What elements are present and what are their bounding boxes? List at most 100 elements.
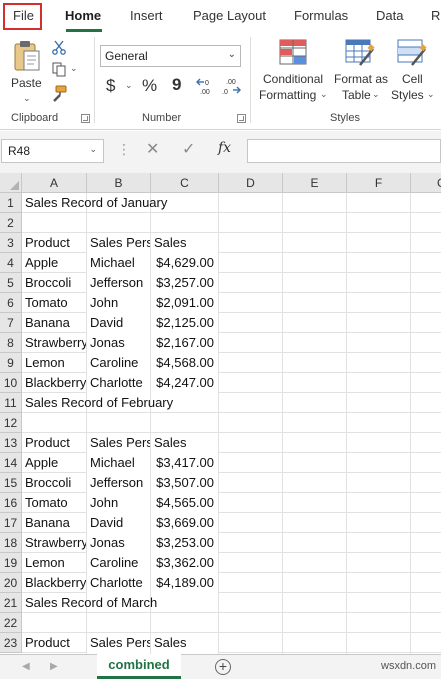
row-header[interactable]: 20 — [0, 573, 22, 593]
cell-a[interactable]: Product — [22, 233, 86, 253]
cell-a-section-title[interactable]: Sales Record of January — [22, 193, 282, 213]
cut-icon[interactable] — [51, 39, 67, 55]
cell-c[interactable]: $4,565.00 — [151, 493, 218, 513]
column-header-f[interactable]: F — [347, 173, 411, 193]
cell-b[interactable]: Jefferson — [87, 273, 150, 293]
row-header[interactable]: 17 — [0, 513, 22, 533]
cell-a[interactable]: Apple — [22, 453, 86, 473]
cell-c[interactable]: Sales — [151, 633, 218, 653]
accounting-format-icon[interactable]: $ — [106, 76, 115, 96]
cell-a[interactable]: Blackberry — [22, 573, 86, 593]
cell-b[interactable]: Charlotte — [87, 573, 150, 593]
row-header[interactable]: 4 — [0, 253, 22, 273]
format-painter-icon[interactable] — [50, 85, 68, 103]
number-dialog-launcher-icon[interactable] — [237, 114, 246, 123]
cell-b[interactable]: John — [87, 293, 150, 313]
row-header[interactable]: 5 — [0, 273, 22, 293]
cell-a[interactable]: Blackberry — [22, 373, 86, 393]
row-header[interactable]: 21 — [0, 593, 22, 613]
row-header[interactable]: 11 — [0, 393, 22, 413]
cell-b[interactable]: Jonas — [87, 533, 150, 553]
add-sheet-icon[interactable]: + — [215, 659, 231, 675]
row-header[interactable]: 15 — [0, 473, 22, 493]
cell-a[interactable]: Strawberry — [22, 333, 86, 353]
cell-c[interactable]: $2,091.00 — [151, 293, 218, 313]
cell-c[interactable]: Sales — [151, 433, 218, 453]
cell-c[interactable]: Sales — [151, 233, 218, 253]
enter-check-icon[interactable]: ✓ — [182, 139, 195, 159]
cell-c[interactable]: $2,167.00 — [151, 333, 218, 353]
cell-c[interactable]: $3,507.00 — [151, 473, 218, 493]
cell-b[interactable]: Jefferson — [87, 473, 150, 493]
row-header[interactable]: 18 — [0, 533, 22, 553]
row-header[interactable]: 14 — [0, 453, 22, 473]
row-header[interactable]: 2 — [0, 213, 22, 233]
cell-a[interactable]: Product — [22, 633, 86, 653]
cell-b[interactable]: Charlotte — [87, 373, 150, 393]
cell-a-section-title[interactable]: Sales Record of February — [22, 393, 282, 413]
cell-a[interactable]: Broccoli — [22, 273, 86, 293]
cancel-icon[interactable]: ✕ — [146, 139, 159, 159]
copy-dropdown-chevron-icon[interactable]: ⌄ — [70, 63, 78, 74]
row-header[interactable]: 10 — [0, 373, 22, 393]
row-header[interactable]: 12 — [0, 413, 22, 433]
number-format-select[interactable]: General ⌄ — [100, 45, 241, 67]
cell-b[interactable]: Sales Person — [87, 633, 150, 653]
tab-page-layout[interactable]: Page Layout — [193, 8, 266, 23]
cell-c[interactable]: $2,125.00 — [151, 313, 218, 333]
cell-c[interactable]: $4,629.00 — [151, 253, 218, 273]
conditional-formatting-button[interactable]: Conditional Formatting ⌄ — [256, 37, 330, 109]
row-header[interactable]: 19 — [0, 553, 22, 573]
cell-b[interactable]: Michael — [87, 453, 150, 473]
row-header[interactable]: 23 — [0, 633, 22, 653]
cell-c[interactable]: $3,417.00 — [151, 453, 218, 473]
worksheet-grid[interactable]: A B C D E F G 1Sales Record of January23… — [0, 173, 441, 654]
cell-a[interactable]: Lemon — [22, 553, 86, 573]
cell-a[interactable]: Product — [22, 433, 86, 453]
cell-a[interactable]: Apple — [22, 253, 86, 273]
cell-a-section-title[interactable]: Sales Record of March — [22, 593, 282, 613]
column-header-e[interactable]: E — [283, 173, 347, 193]
row-header[interactable]: 3 — [0, 233, 22, 253]
row-header[interactable]: 6 — [0, 293, 22, 313]
cell-b[interactable]: Sales Person — [87, 233, 150, 253]
copy-icon[interactable] — [51, 61, 67, 77]
cell-c[interactable]: $4,568.00 — [151, 353, 218, 373]
percent-style-icon[interactable]: % — [142, 76, 157, 96]
cell-c[interactable]: $3,253.00 — [151, 533, 218, 553]
row-header[interactable]: 7 — [0, 313, 22, 333]
cell-a[interactable]: Tomato — [22, 493, 86, 513]
name-box[interactable]: R48 ⌄ — [1, 139, 104, 163]
cell-c[interactable]: $4,189.00 — [151, 573, 218, 593]
more-options-icon[interactable]: ⋮ — [117, 141, 131, 158]
column-header-b[interactable]: B — [87, 173, 151, 193]
cell-c[interactable]: $3,669.00 — [151, 513, 218, 533]
cell-a[interactable]: Banana — [22, 313, 86, 333]
column-header-d[interactable]: D — [219, 173, 283, 193]
insert-function-icon[interactable]: fx — [218, 140, 231, 156]
tab-data[interactable]: Data — [376, 8, 403, 23]
tab-formulas[interactable]: Formulas — [294, 8, 348, 23]
cell-c[interactable]: $3,257.00 — [151, 273, 218, 293]
increase-decimal-icon[interactable]: 0 .00 — [196, 76, 216, 96]
cell-b[interactable]: Caroline — [87, 353, 150, 373]
column-header-a[interactable]: A — [22, 173, 87, 193]
row-header[interactable]: 13 — [0, 433, 22, 453]
cell-a[interactable]: Banana — [22, 513, 86, 533]
sheet-tab-combined[interactable]: combined — [97, 654, 181, 679]
cell-b[interactable]: Sales Person — [87, 433, 150, 453]
cell-b[interactable]: Caroline — [87, 553, 150, 573]
cell-a[interactable]: Broccoli — [22, 473, 86, 493]
scroll-left-icon[interactable]: ◀ — [22, 661, 30, 672]
cell-b[interactable]: John — [87, 493, 150, 513]
column-header-c[interactable]: C — [151, 173, 219, 193]
cell-c[interactable]: $4,247.00 — [151, 373, 218, 393]
cell-b[interactable]: Michael — [87, 253, 150, 273]
paste-button[interactable]: Paste ⌄ — [6, 37, 48, 107]
accounting-dropdown-chevron-icon[interactable]: ⌄ — [125, 80, 133, 91]
decrease-decimal-icon[interactable]: .00 .0 — [221, 76, 241, 96]
column-header-g[interactable]: G — [411, 173, 441, 193]
cell-a[interactable]: Strawberry — [22, 533, 86, 553]
format-as-table-button[interactable]: Format as Table ⌄ — [332, 37, 390, 109]
row-header[interactable]: 1 — [0, 193, 22, 213]
